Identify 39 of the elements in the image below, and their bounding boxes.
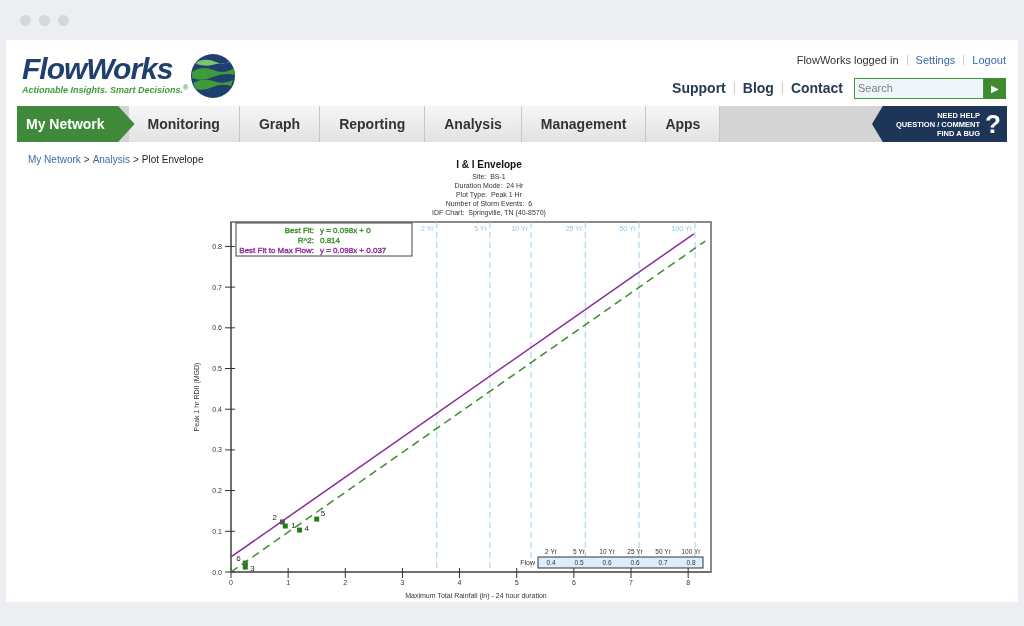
nav-tab[interactable]: Analysis	[425, 106, 522, 142]
nav-tab[interactable]: Management	[521, 106, 647, 142]
point-label: 6	[235, 554, 241, 564]
legend-label: R^2:	[297, 236, 314, 245]
legend-label: Best Fit to Max Flow:	[238, 246, 314, 255]
search-field[interactable]: Search	[854, 77, 984, 99]
breadcrumb-link[interactable]: My Network	[28, 152, 81, 167]
point-label: 4	[304, 524, 309, 534]
legend-label: Best Fit:	[284, 226, 314, 235]
top-link[interactable]: Contact	[790, 77, 843, 99]
point-label: 2	[271, 512, 277, 522]
point-label: 1	[290, 521, 296, 530]
legend-value: y = 0.098x + 0	[319, 226, 371, 235]
logo-wordmark: FlowWorks	[22, 54, 173, 85]
account-link[interactable]: Settings	[915, 52, 956, 69]
data-point	[313, 516, 319, 522]
help-question-mark: ?	[985, 111, 1001, 137]
account-link[interactable]: Logout	[972, 52, 1006, 69]
top-link[interactable]: Support	[672, 77, 726, 99]
data-point	[296, 527, 302, 533]
legend-value: 0.814	[319, 236, 340, 245]
point-label: 3	[249, 564, 255, 574]
point-label: 5	[320, 509, 325, 519]
top-link[interactable]: Blog	[742, 77, 774, 99]
breadcrumb-current: Plot Envelope	[141, 153, 204, 167]
nav-tab[interactable]: Reporting	[320, 106, 426, 142]
logo-globe-icon	[190, 53, 237, 99]
nav-tab[interactable]: My Network	[17, 106, 135, 142]
nav-tab[interactable]: Monitoring	[128, 106, 240, 142]
breadcrumb-separator: >	[132, 153, 139, 167]
breadcrumb-separator: >	[83, 153, 90, 167]
nav-tab[interactable]: Graph	[239, 106, 321, 142]
nav-tab[interactable]: Apps	[646, 106, 721, 142]
search-button[interactable]: ▶	[984, 77, 1006, 99]
legend-value: y = 0.098x + 0.037	[319, 246, 386, 255]
logo-tagline: Actionable Insights. Smart Decisions.$^{®}$	[22, 84, 189, 98]
breadcrumb-link[interactable]: Analysis	[92, 152, 130, 167]
chart-title: I & I Envelope	[456, 158, 522, 172]
logged-in-user: FlowWorks logged in	[796, 53, 899, 68]
